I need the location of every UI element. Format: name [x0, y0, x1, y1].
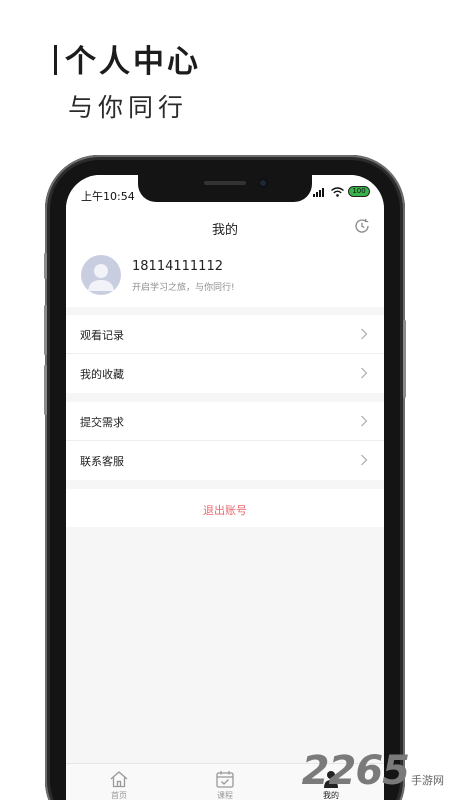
user-motto: 开启学习之旅，与你同行! [132, 283, 235, 293]
promo-subtitle: 与你同行 [68, 93, 189, 122]
tab-label: 课程 [217, 791, 233, 800]
menu-item-label: 提交需求 [80, 416, 124, 429]
history-icon[interactable] [353, 217, 371, 235]
menu-group-support: 提交需求 联系客服 [66, 402, 384, 480]
menu-item-contact-support[interactable]: 联系客服 [66, 441, 384, 480]
phone-screen: 上午10:54 100 我的 18114111112 开启学习之旅，与你同行! … [66, 175, 384, 800]
battery-icon: 100 [348, 186, 370, 197]
menu-group-history: 观看记录 我的收藏 [66, 315, 384, 393]
person-silhouette-icon [88, 264, 114, 291]
mute-switch [44, 253, 47, 279]
power-button [403, 320, 406, 398]
title-accent-bar [54, 45, 57, 75]
promo-title-text: 个人中心 [65, 44, 201, 80]
chevron-right-icon [361, 415, 368, 427]
volume-down-button [44, 365, 47, 415]
front-camera [258, 178, 268, 188]
menu-item-label: 我的收藏 [80, 368, 124, 381]
wifi-icon [331, 186, 344, 197]
site-watermark: 2265 手游网 [302, 748, 444, 794]
watermark-number: 2265 [301, 748, 410, 794]
chevron-right-icon [361, 328, 368, 340]
calendar-check-icon [216, 771, 234, 788]
user-phone-number: 18114111112 [132, 259, 223, 274]
nav-title: 我的 [211, 223, 238, 238]
avatar[interactable] [81, 255, 121, 295]
logout-button[interactable]: 退出账号 [66, 489, 384, 527]
status-time: 上午10:54 [81, 190, 135, 203]
profile-card[interactable]: 18114111112 开启学习之旅，与你同行! [66, 243, 384, 307]
speaker-grille [204, 181, 246, 185]
menu-item-label: 观看记录 [80, 329, 124, 342]
tab-label: 首页 [111, 791, 127, 800]
menu-item-watch-history[interactable]: 观看记录 [66, 315, 384, 354]
menu-item-submit-request[interactable]: 提交需求 [66, 402, 384, 441]
menu-item-favorites[interactable]: 我的收藏 [66, 354, 384, 393]
phone-notch [138, 175, 312, 202]
chevron-right-icon [361, 454, 368, 466]
chevron-right-icon [361, 367, 368, 379]
tab-courses[interactable]: 课程 [205, 770, 245, 800]
promo-title: 个人中心 [54, 36, 201, 81]
menu-item-label: 联系客服 [80, 455, 124, 468]
tab-home[interactable]: 首页 [99, 770, 139, 800]
watermark-text: 手游网 [411, 774, 444, 787]
nav-bar: 我的 [66, 213, 384, 243]
signal-icon [313, 187, 324, 197]
volume-up-button [44, 305, 47, 355]
status-icons: 100 [313, 186, 370, 197]
logout-label: 退出账号 [203, 504, 247, 517]
home-icon [110, 771, 128, 788]
